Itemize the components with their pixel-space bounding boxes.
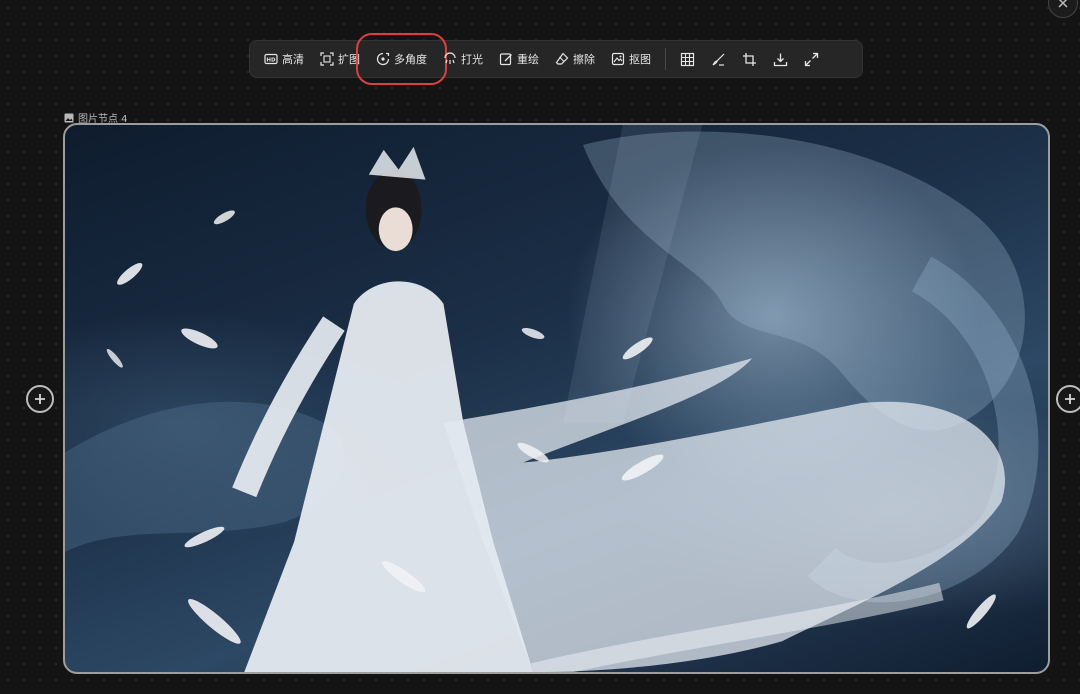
hd-icon: HD (264, 53, 278, 65)
cutout-icon (611, 52, 625, 66)
eraser-button[interactable]: 擦除 (547, 45, 603, 73)
eraser-icon (555, 52, 569, 65)
image-toolbar: HD 高清 扩图 多角度 打光 重绘 擦除 抠图 (249, 33, 863, 85)
lighting-icon (444, 52, 456, 64)
fullscreen-button[interactable] (796, 45, 827, 73)
hd-label: 高清 (282, 53, 304, 66)
multi-angle-icon (376, 52, 390, 66)
close-icon (1058, 0, 1068, 8)
add-right-button[interactable] (1056, 385, 1080, 413)
generated-image (65, 125, 1039, 672)
lighting-label: 打光 (461, 53, 483, 66)
download-button[interactable] (765, 45, 796, 73)
crop-icon (743, 52, 756, 66)
fullscreen-icon (804, 52, 819, 66)
grid-icon (680, 52, 695, 66)
cutout-label: 抠图 (629, 53, 651, 66)
eraser-label: 擦除 (573, 53, 595, 66)
cutout-button[interactable]: 抠图 (603, 45, 659, 73)
brush-button[interactable] (703, 45, 734, 73)
expand-image-icon (320, 52, 334, 66)
image-node[interactable] (63, 123, 1050, 674)
redraw-icon (499, 53, 512, 66)
svg-text:HD: HD (266, 57, 276, 63)
grid-button[interactable] (672, 45, 703, 73)
expand-image-label: 扩图 (338, 53, 360, 66)
redraw-label: 重绘 (517, 53, 539, 66)
multi-angle-button[interactable]: 多角度 (356, 33, 447, 85)
lighting-button[interactable]: 打光 (435, 45, 491, 73)
expand-image-button[interactable]: 扩图 (312, 45, 368, 73)
plus-icon (35, 394, 45, 404)
brush-icon (712, 53, 725, 66)
download-icon (773, 53, 788, 66)
plus-icon (1065, 394, 1075, 404)
crop-button[interactable] (734, 45, 765, 73)
close-button[interactable] (1048, 0, 1078, 18)
hd-button[interactable]: HD 高清 (256, 45, 312, 73)
toolbar-divider (665, 48, 666, 70)
redraw-button[interactable]: 重绘 (491, 45, 547, 73)
add-left-button[interactable] (26, 385, 54, 413)
image-icon (64, 113, 74, 122)
multi-angle-label: 多角度 (394, 53, 427, 66)
